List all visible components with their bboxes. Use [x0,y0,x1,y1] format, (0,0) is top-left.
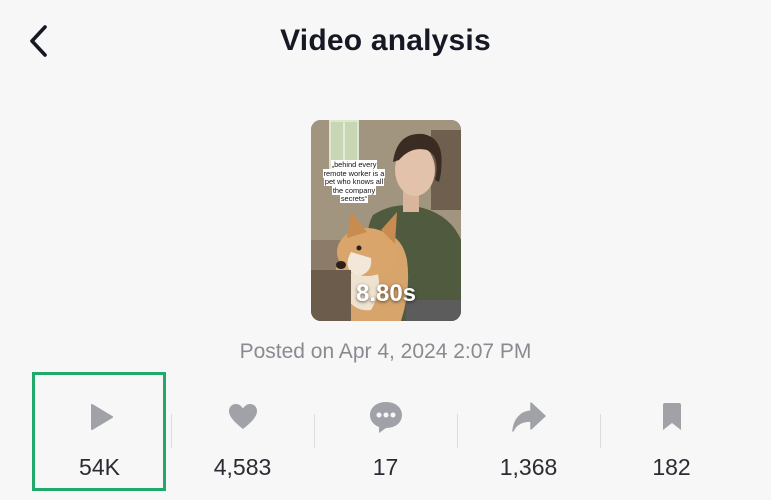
shares-count: 1,368 [499,454,558,480]
share-icon [511,402,546,432]
heart-icon [228,404,257,429]
stats-row: 54K 4,583 17 1,368 182 [28,380,743,490]
stat-likes[interactable]: 4,583 [171,380,314,490]
play-icon [90,404,113,430]
header: Video analysis [0,0,771,84]
posted-date: Posted on Apr 4, 2024 2:07 PM [239,340,532,363]
page-title: Video analysis [280,24,491,57]
stat-shares[interactable]: 1,368 [457,380,600,490]
stat-saves[interactable]: 182 [600,380,743,490]
comments-count: 17 [372,454,399,480]
video-thumbnail[interactable]: „behind every remote worker is a pet who… [311,120,461,321]
video-duration: 8.80s [355,280,417,307]
stat-comments[interactable]: 17 [314,380,457,490]
video-caption: „behind every remote worker is a pet who… [322,160,386,204]
bookmark-icon [662,403,681,430]
views-count: 54K [79,454,120,480]
saves-count: 182 [652,454,691,480]
likes-count: 4,583 [213,454,272,480]
stat-views[interactable]: 54K [28,380,171,490]
comment-icon [369,402,402,433]
